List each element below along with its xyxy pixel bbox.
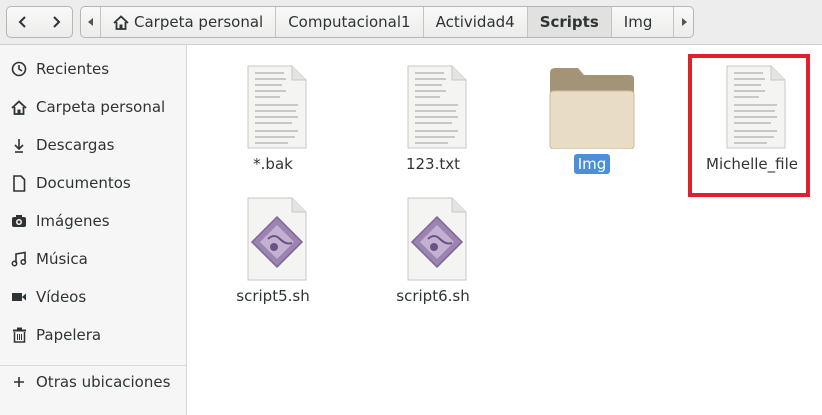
trash-icon	[10, 326, 28, 344]
sidebar-item-imagenes[interactable]: Imágenes	[0, 202, 186, 240]
crumb-home[interactable]: Carpeta personal	[101, 7, 277, 37]
clock-icon	[10, 60, 28, 78]
path-scroll-right-button[interactable]	[673, 7, 693, 37]
crumb-img[interactable]: Img	[612, 7, 665, 37]
sidebar-item-label: Vídeos	[36, 288, 87, 306]
path-bar: Carpeta personal Computacional1 Activida…	[80, 6, 694, 38]
back-button[interactable]	[6, 6, 40, 38]
chevron-right-icon	[52, 16, 60, 28]
sidebar-item-otras-ubicaciones[interactable]: Otras ubicaciones	[0, 363, 186, 401]
sidebar-item-label: Descargas	[36, 136, 115, 154]
file-item[interactable]: 123.txt	[358, 45, 508, 175]
video-icon	[10, 288, 28, 306]
sidebar: Recientes Carpeta personal Descargas Doc…	[0, 45, 187, 415]
triangle-right-icon	[681, 18, 687, 26]
script-file-icon	[407, 197, 467, 281]
sidebar-item-label: Imágenes	[36, 212, 110, 230]
crumb-label: Carpeta personal	[134, 13, 264, 31]
sidebar-item-label: Papelera	[36, 326, 102, 344]
file-name: Img	[517, 154, 667, 174]
crumb-label: Scripts	[539, 13, 599, 31]
home-icon	[113, 14, 129, 30]
file-name: script5.sh	[236, 287, 310, 305]
folder-icon	[549, 68, 635, 149]
triangle-left-icon	[87, 18, 93, 26]
crumb-label: Computacional1	[288, 13, 411, 31]
sidebar-item-descargas[interactable]: Descargas	[0, 126, 186, 164]
sidebar-item-recientes[interactable]: Recientes	[0, 50, 186, 88]
file-item[interactable]: *.bak	[198, 45, 348, 175]
crumb-computacional1[interactable]: Computacional1	[276, 7, 424, 37]
highlight-box	[688, 54, 810, 197]
file-item[interactable]: script6.sh	[358, 177, 508, 307]
crumb-label: Actividad4	[435, 13, 515, 31]
folder-item[interactable]: Img	[517, 45, 667, 175]
file-name: *.bak	[253, 155, 293, 173]
text-file-icon	[407, 65, 467, 149]
sidebar-item-label: Recientes	[36, 60, 110, 78]
file-name: script6.sh	[396, 287, 470, 305]
sidebar-item-carpeta-personal[interactable]: Carpeta personal	[0, 88, 186, 126]
sidebar-item-label: Documentos	[36, 174, 131, 192]
sidebar-item-documentos[interactable]: Documentos	[0, 164, 186, 202]
home-icon	[10, 98, 28, 116]
crumb-label: Img	[623, 13, 653, 31]
camera-icon	[10, 212, 28, 230]
download-icon	[10, 136, 28, 154]
file-name: 123.txt	[405, 155, 461, 173]
sidebar-item-label: Otras ubicaciones	[36, 373, 171, 391]
text-file-icon	[247, 65, 307, 149]
sidebar-item-label: Carpeta personal	[36, 98, 166, 116]
document-icon	[10, 174, 28, 192]
path-scroll-left-button[interactable]	[81, 7, 101, 37]
sidebar-item-papelera[interactable]: Papelera	[0, 316, 186, 354]
script-file-icon	[247, 197, 307, 281]
sidebar-item-label: Música	[36, 250, 88, 268]
crumb-actividad4[interactable]: Actividad4	[424, 7, 528, 37]
crumb-scripts[interactable]: Scripts	[527, 7, 612, 37]
music-icon	[10, 250, 28, 268]
chevron-left-icon	[18, 16, 26, 28]
sidebar-item-videos[interactable]: Vídeos	[0, 278, 186, 316]
header-bar: Carpeta personal Computacional1 Activida…	[0, 0, 822, 45]
file-item[interactable]: script5.sh	[198, 177, 348, 307]
forward-button[interactable]	[39, 6, 73, 38]
plus-icon	[10, 373, 28, 391]
sidebar-item-musica[interactable]: Música	[0, 240, 186, 278]
